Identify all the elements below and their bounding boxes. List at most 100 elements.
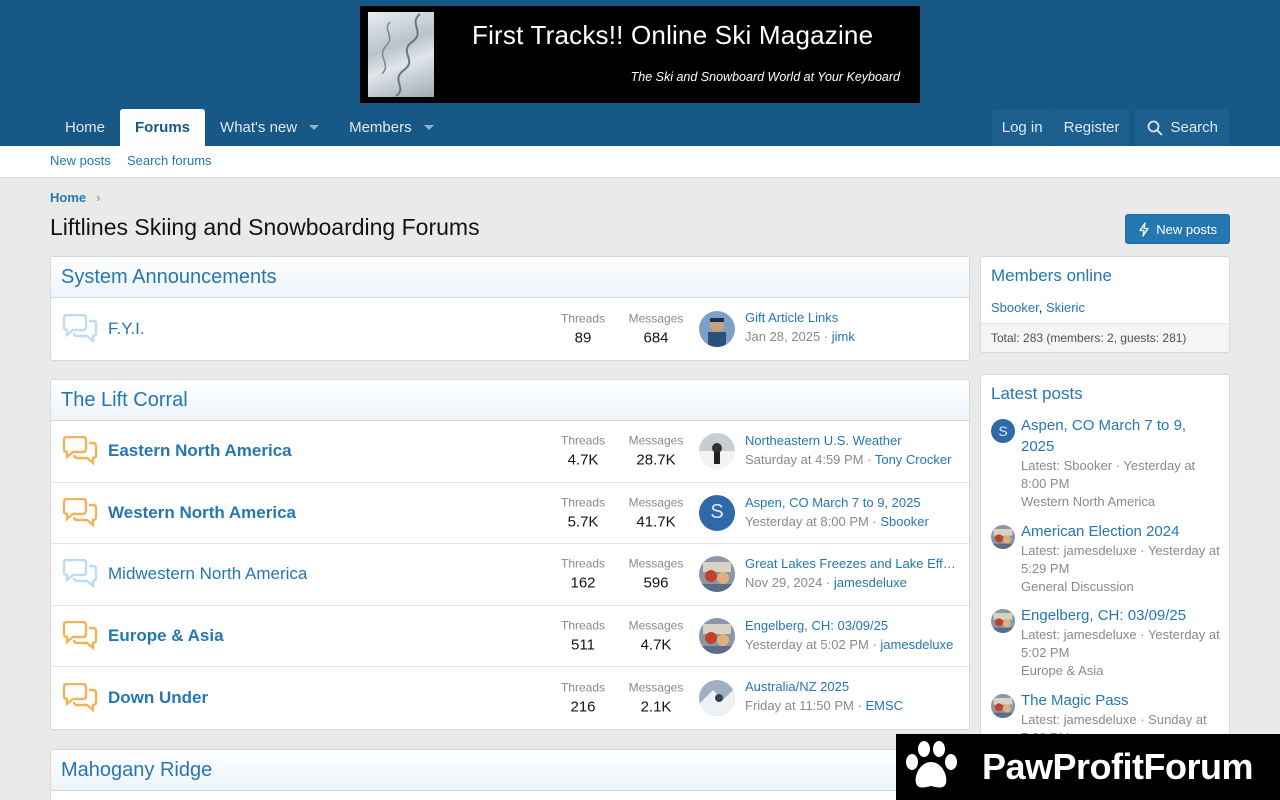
paw-icon [906,741,957,788]
chevron-down-icon[interactable] [309,125,320,130]
last-post-user-link[interactable]: EMSC [865,698,903,713]
last-post-user-link[interactable]: jamesdeluxe [880,637,953,652]
threads-label: Threads [560,556,606,571]
last-post-title-link[interactable]: Australia/NZ 2025 [745,679,959,694]
last-post-title-link[interactable]: Northeastern U.S. Weather [745,433,959,448]
category-header[interactable]: The Lift Corral [51,380,969,421]
last-post-date[interactable]: Nov 29, 2024 [745,575,822,590]
forum-node: Eastern North America Threads 4.7K Messag… [51,421,969,483]
last-post-title-link[interactable]: Gift Article Links [745,310,959,325]
search-button[interactable]: Search [1135,109,1230,146]
new-posts-button-label: New posts [1156,221,1217,237]
latest-post-title-link[interactable]: Aspen, CO March 7 to 9, 2025 [1021,415,1221,457]
forum-title-link[interactable]: Down Under [108,688,208,708]
threads-stat: Threads 511 [551,618,615,653]
avatar[interactable] [699,556,735,593]
members-online-title[interactable]: Members online [981,257,1229,293]
new-posts-button[interactable]: New posts [1125,214,1230,244]
threads-stat: Threads 162 [551,557,615,592]
sub-navigation: New posts Search forums [0,146,1280,178]
subnav-new-posts-link[interactable]: New posts [50,153,111,168]
messages-label: Messages [628,495,684,510]
threads-stat: Threads 5.7K [551,495,615,530]
forum-title-link[interactable]: Eastern North America [108,441,292,461]
forum-title-link[interactable]: Europe & Asia [108,626,224,646]
member-link[interactable]: Skieric [1046,300,1085,315]
breadcrumb-home[interactable]: Home [50,190,86,205]
nav-tab-forums-label: Forums [135,119,191,136]
watermark-logo: PawProfitForum [896,734,1280,800]
last-post-meta: Nov 29, 2024 · jamesdeluxe [745,575,907,590]
last-post-user-link[interactable]: Tony Crocker [875,452,952,467]
avatar[interactable]: S [699,494,735,531]
latest-posts-title[interactable]: Latest posts [981,375,1229,411]
category-header[interactable]: Mahogany Ridge [51,750,969,791]
avatar[interactable] [991,609,1015,633]
forum-title-link[interactable]: Midwestern North America [108,564,307,584]
avatar[interactable] [991,525,1015,549]
site-banner-logo[interactable]: First Tracks!! Online Ski Magazine The S… [360,6,920,103]
threads-label: Threads [560,433,606,448]
register-button[interactable]: Register [1053,109,1130,146]
forum-title-link[interactable]: Western North America [108,503,296,523]
avatar[interactable] [699,310,735,347]
subnav-search-forums-link[interactable]: Search forums [127,153,212,168]
messages-label: Messages [628,311,684,326]
main-navigation: Home Forums What's new Members Log in Re… [50,109,1230,146]
avatar[interactable] [699,433,735,470]
login-button[interactable]: Log in [991,109,1053,146]
avatar[interactable] [699,617,735,654]
last-post-user-link[interactable]: jimk [832,329,855,344]
messages-stat: Messages 684 [621,311,691,346]
last-post-meta: Jan 28, 2025 · jimk [745,329,855,344]
messages-stat: Messages 41.7K [621,495,691,530]
nav-tab-whats-new[interactable]: What's new [205,109,334,146]
nav-tab-forums[interactable]: Forums [120,109,206,146]
nav-tab-home-label: Home [65,119,106,136]
messages-stat: Messages 596 [621,557,691,592]
latest-post-forum-link[interactable]: General Discussion [1021,578,1221,596]
last-post-user-link[interactable]: Sbooker [880,514,928,529]
forum-unread-icon [62,682,98,713]
latest-post-forum-link[interactable]: Western North America [1021,493,1221,511]
latest-post-item: Engelberg, CH: 03/09/25 Latest: jamesdel… [991,605,1221,680]
members-online-total: Total: 283 (members: 2, guests: 281) [981,323,1229,352]
messages-label: Messages [628,618,684,633]
messages-count: 684 [643,329,669,347]
last-post-date[interactable]: Friday at 11:50 PM [745,698,854,713]
last-post-date[interactable]: Yesterday at 5:02 PM [745,637,869,652]
category-block: The Lift Corral Eastern North America Th… [50,379,970,730]
last-post-title-link[interactable]: Engelberg, CH: 03/09/25 [745,618,959,633]
last-post-meta: Saturday at 4:59 PM · Tony Crocker [745,452,952,467]
latest-post-forum-link[interactable]: Europe & Asia [1021,662,1221,680]
last-post-user-link[interactable]: jamesdeluxe [834,575,907,590]
last-post-title-link[interactable]: Aspen, CO March 7 to 9, 2025 [745,495,959,510]
member-link[interactable]: Sbooker [991,300,1039,315]
nav-tab-members-label: Members [349,119,412,136]
latest-post-meta: Latest: Sbooker · Yesterday at 8:00 PM [1021,458,1196,491]
latest-post-title-link[interactable]: American Election 2024 [1021,521,1221,542]
avatar[interactable] [699,679,735,716]
avatar[interactable] [991,694,1015,718]
nav-tab-home[interactable]: Home [50,109,120,146]
threads-count: 511 [571,636,595,654]
latest-post-title-link[interactable]: Engelberg, CH: 03/09/25 [1021,605,1221,626]
forum-unread-icon [62,620,98,651]
nav-account-links: Log in Register Search [991,109,1230,146]
forum-title-link[interactable]: F.Y.I. [108,319,145,339]
last-post-title-link[interactable]: Great Lakes Freezes and Lake Effect Snow [745,556,959,571]
threads-count: 216 [570,698,596,716]
category-header[interactable]: System Announcements [51,257,969,298]
messages-count: 596 [643,574,669,592]
nav-tab-whats-new-label: What's new [220,119,298,136]
last-post-date[interactable]: Jan 28, 2025 [745,329,820,344]
forum-unread-icon [62,436,98,466]
nav-tab-members[interactable]: Members [334,109,449,146]
forum-node: Down Under Threads 216 Messages 2.1K Austr… [51,667,969,729]
threads-count: 5.7K [567,513,599,531]
chevron-down-icon[interactable] [423,125,434,130]
latest-post-title-link[interactable]: The Magic Pass [1021,690,1221,711]
last-post-date[interactable]: Yesterday at 8:00 PM [745,514,869,529]
avatar[interactable]: S [991,419,1015,443]
last-post-date[interactable]: Saturday at 4:59 PM [745,452,864,467]
